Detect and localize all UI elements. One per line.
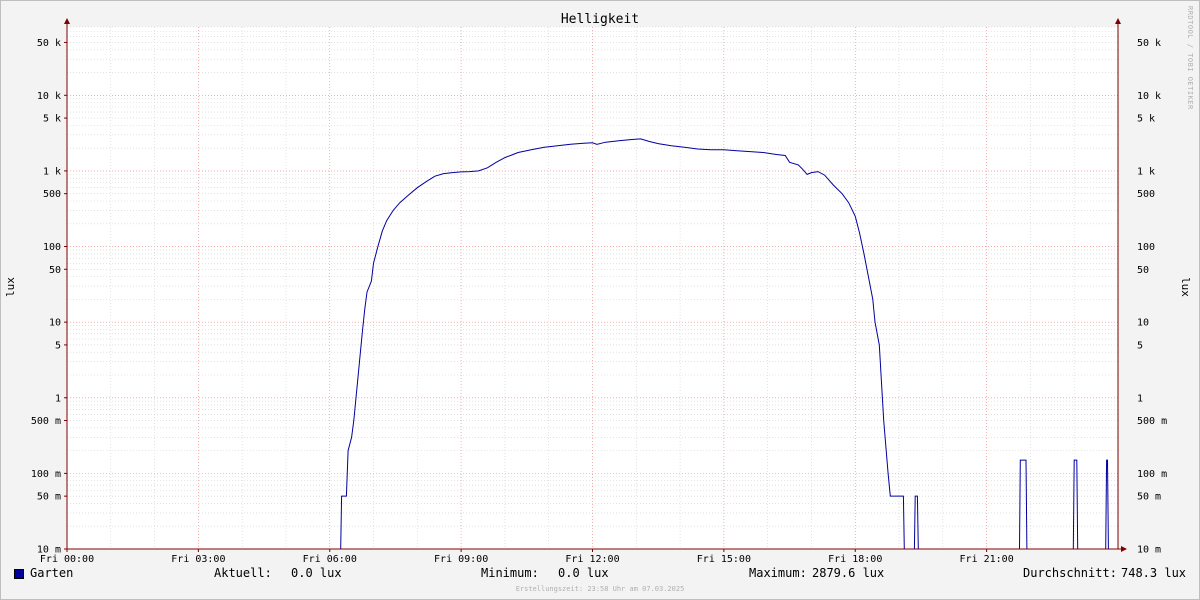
x-axis: Fri 00:00 Fri 03:00 Fri 06:00 Fri 09:00 Fri … xyxy=(40,549,1014,565)
y-tick-label-right: 100 xyxy=(1137,242,1155,253)
x-tick-label: Fri 09:00 xyxy=(434,554,488,565)
y-tick-label-right: 50 m xyxy=(1137,492,1161,503)
y-tick-label-left: 50 k xyxy=(37,38,61,49)
x-tick-label: Fri 00:00 xyxy=(40,554,94,565)
vendor-watermark: RRDTOOL / TOBI OETIKER xyxy=(1186,6,1194,110)
legend-average-value: 748.3 lux xyxy=(1121,566,1187,580)
y-tick-label-left: 500 xyxy=(43,189,61,200)
y-tick-label-right: 500 xyxy=(1137,189,1155,200)
y-tick-label-right: 500 m xyxy=(1137,416,1167,427)
y-axis-label-left: lux xyxy=(4,277,17,297)
x-tick-label: Fri 03:00 xyxy=(171,554,225,565)
legend-current-value: 0.0 lux xyxy=(291,566,342,580)
y-tick-label-left: 100 m xyxy=(31,469,61,480)
y-axis-arrow-right xyxy=(1115,18,1121,24)
y-tick-label-left: 50 xyxy=(49,265,61,276)
y-tick-label-right: 10 xyxy=(1137,318,1149,329)
legend-maximum-value: 2879.6 lux xyxy=(812,566,885,580)
chart-title: Helligkeit xyxy=(561,12,639,27)
chart-canvas: 50 k 10 k 5 k 1 k 500 100 50 10 5 1 500 m 100 m 50 m… xyxy=(4,12,1192,565)
y-axis-arrow-left xyxy=(64,18,70,24)
legend-minimum-label: Minimum: xyxy=(481,566,539,580)
legend-swatch xyxy=(14,569,24,579)
y-tick-label-left: 5 k xyxy=(43,114,61,125)
legend-maximum-label: Maximum: xyxy=(749,566,807,580)
x-tick-label: Fri 12:00 xyxy=(565,554,619,565)
y-tick-label-right: 5 xyxy=(1137,340,1143,351)
y-tick-label-left: 1 xyxy=(55,393,61,404)
legend-current-label: Aktuell: xyxy=(214,566,272,580)
y-tick-label-left: 50 m xyxy=(37,492,61,503)
y-tick-label-left: 10 k xyxy=(37,91,61,102)
footer-timestamp: Erstellungszeit: 23:58 Uhr am 07.03.2025 xyxy=(515,585,685,593)
y-tick-label-right: 100 m xyxy=(1137,469,1167,480)
x-tick-label: Fri 06:00 xyxy=(303,554,357,565)
y-tick-label-right: 5 k xyxy=(1137,114,1155,125)
legend-minimum-value: 0.0 lux xyxy=(558,566,609,580)
y-tick-label-left: 500 m xyxy=(31,416,61,427)
y-tick-label-right: 50 k xyxy=(1137,38,1161,49)
y-axis-right: 50 k 10 k 5 k 1 k 500 100 50 10 5 1 500 m 100 m 50 m… xyxy=(1137,38,1167,556)
y-axis-left: 50 k 10 k 5 k 1 k 500 100 50 10 5 1 500 m 100 m 50 m… xyxy=(31,38,67,556)
y-tick-label-right: 1 k xyxy=(1137,166,1155,177)
y-tick-label-right: 1 xyxy=(1137,393,1143,404)
y-axis-label-right: lux xyxy=(1179,277,1192,297)
y-tick-label-right: 50 xyxy=(1137,265,1149,276)
x-axis-arrow xyxy=(1121,546,1127,552)
legend-series-name: Garten xyxy=(30,566,74,580)
legend-average-label: Durchschnitt: xyxy=(1023,566,1117,580)
y-tick-label-left: 100 xyxy=(43,242,61,253)
x-tick-label: Fri 21:00 xyxy=(960,554,1014,565)
y-tick-label-left: 5 xyxy=(55,340,61,351)
y-tick-label-right: 10 m xyxy=(1137,545,1161,556)
x-tick-label: Fri 18:00 xyxy=(828,554,882,565)
x-tick-label: Fri 15:00 xyxy=(697,554,751,565)
y-tick-label-left: 10 xyxy=(49,318,61,329)
y-tick-label-left: 1 k xyxy=(43,166,61,177)
y-tick-label-right: 10 k xyxy=(1137,91,1161,102)
